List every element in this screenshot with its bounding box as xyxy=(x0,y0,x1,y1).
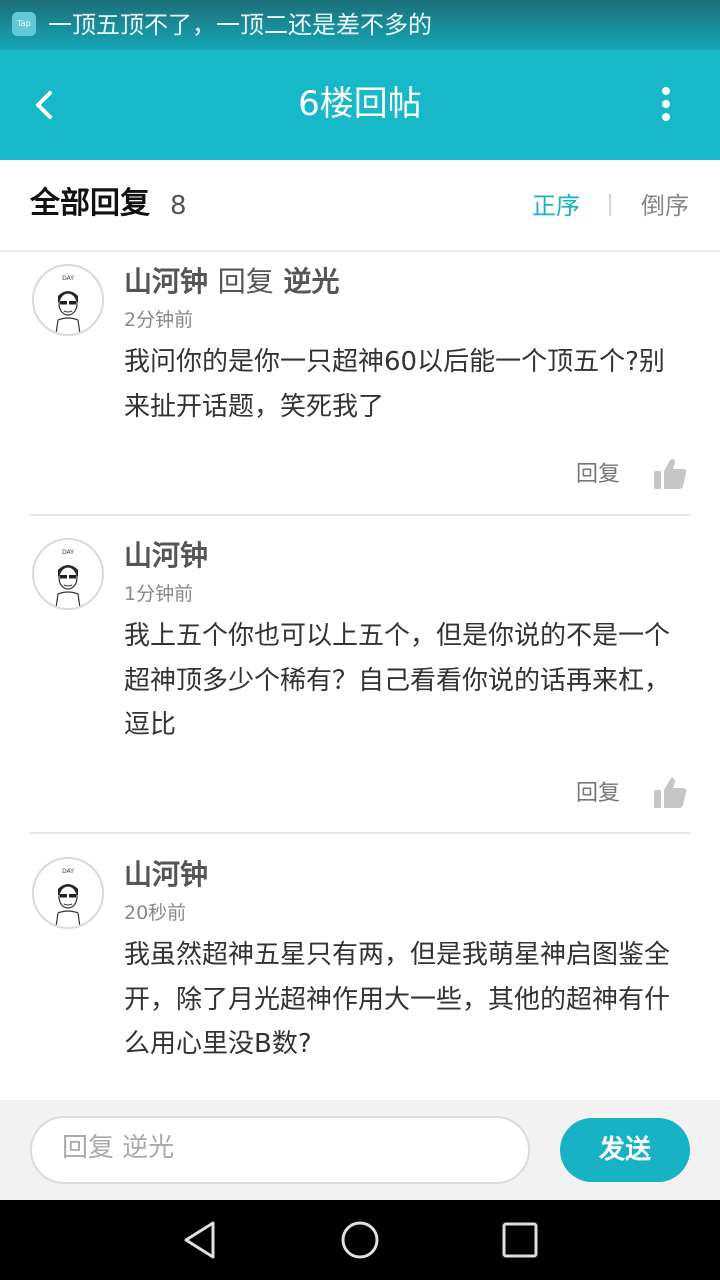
thumbs-up-icon[interactable] xyxy=(652,775,688,811)
square-recents-icon[interactable] xyxy=(498,1218,542,1262)
reply-input[interactable] xyxy=(60,1132,504,1164)
reply-input-wrapper xyxy=(30,1116,530,1184)
sort-ascending-tab[interactable]: 正序 xyxy=(532,188,580,224)
comment-author-line: 山河钟 回复 逆光 xyxy=(124,262,340,302)
comment-item: DAY 山河钟 回复 逆光 2分钟前 我问你的是你一只超神60以后能一个顶五个?… xyxy=(0,252,720,516)
comment-item: DAY 山河钟 1分钟前 我上五个你也可以上五个，但是你说的不是一个超神顶多少个… xyxy=(0,526,720,832)
comment-author[interactable]: 山河钟 xyxy=(124,858,208,891)
all-replies-title: 全部回复 xyxy=(30,186,150,221)
notification-text: 一顶五顶不了，一顶二还是差不多的 xyxy=(48,11,432,39)
comment-body: 我虽然超神五星只有两，但是我萌星神启图鉴全开，除了月光超神作用大一些，其他的超神… xyxy=(124,940,671,1059)
reply-target[interactable]: 逆光 xyxy=(284,265,340,298)
top-app-bar: 6楼回帖 xyxy=(0,50,720,160)
comment-author[interactable]: 山河钟 xyxy=(124,265,208,298)
comment-divider xyxy=(30,514,690,516)
status-bar: Tap 一顶五顶不了，一顶二还是差不多的 xyxy=(0,0,720,50)
reply-word: 回复 xyxy=(217,265,274,298)
sort-divider xyxy=(609,194,611,216)
reply-count: 8 xyxy=(170,191,187,221)
reply-input-bar: 发送 xyxy=(0,1100,720,1200)
comment-author[interactable]: 山河钟 xyxy=(124,539,208,572)
comment-time: 20秒前 xyxy=(124,902,187,924)
comment-author-line: 山河钟 xyxy=(124,536,208,576)
tap-app-icon: Tap xyxy=(12,12,36,36)
circle-home-icon[interactable] xyxy=(338,1218,382,1262)
avatar[interactable]: DAY xyxy=(32,264,104,336)
all-replies-bar: 全部回复 8 正序 倒序 xyxy=(0,160,720,252)
reply-button[interactable]: 回复 xyxy=(576,459,620,491)
thumbs-up-icon[interactable] xyxy=(652,456,688,492)
sort-descending-tab[interactable]: 倒序 xyxy=(641,188,689,224)
svg-text:DAY: DAY xyxy=(62,275,74,282)
reply-button[interactable]: 回复 xyxy=(576,778,620,810)
system-navigation-bar xyxy=(0,1200,720,1280)
svg-text:DAY: DAY xyxy=(62,549,74,556)
comment-divider xyxy=(30,832,690,834)
avatar[interactable]: DAY xyxy=(32,857,104,929)
send-button[interactable]: 发送 xyxy=(560,1118,690,1182)
avatar[interactable]: DAY xyxy=(32,538,104,610)
comment-body: 我上五个你也可以上五个，但是你说的不是一个超神顶多少个稀有？自己看看你说的话再来… xyxy=(124,621,671,740)
triangle-back-icon[interactable] xyxy=(178,1218,222,1262)
comment-author-line: 山河钟 xyxy=(124,855,208,895)
comment-time: 1分钟前 xyxy=(124,583,194,605)
svg-text:DAY: DAY xyxy=(62,868,74,875)
more-vertical-icon[interactable] xyxy=(648,82,684,130)
comment-item: DAY 山河钟 20秒前 我虽然超神五星只有两，但是我萌星神启图鉴全开，除了月光… xyxy=(0,845,720,1100)
page-title: 6楼回帖 xyxy=(298,84,422,124)
comment-time: 2分钟前 xyxy=(124,309,194,331)
comment-body: 我问你的是你一只超神60以后能一个顶五个?别来扯开话题，笑死我了 xyxy=(124,347,665,422)
